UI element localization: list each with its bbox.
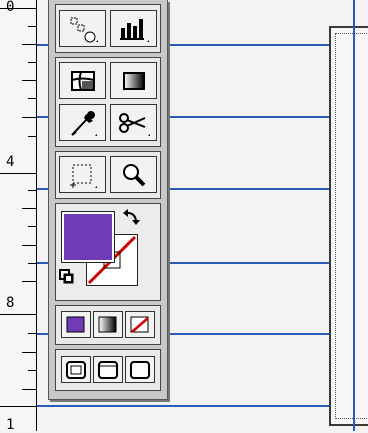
color-button[interactable] [61,311,91,338]
mesh-icon [70,70,95,91]
vertical-guide[interactable] [353,0,355,431]
scissors-icon [118,112,150,136]
gradient-swatch-icon [98,316,117,332]
fill-swatch[interactable] [61,211,115,263]
dotted-graph-icon [70,17,98,42]
zoom-tool[interactable] [110,156,157,193]
full-screen-menu-icon [98,360,118,379]
full-screen-icon [130,360,150,379]
none-icon [130,316,149,333]
solid-color-icon [66,316,85,332]
gradient-tool[interactable] [110,62,157,99]
fill-stroke-group [55,203,161,301]
mesh-tool[interactable] [59,62,106,99]
vertical-ruler[interactable]: 0 4 8 1 [0,0,37,433]
tools-panel [48,0,168,400]
screen-mode-group [55,349,161,391]
eyedropper-tool[interactable] [59,104,106,141]
dotted-rect-icon [69,164,97,188]
ruler-label-4: 4 [6,154,15,170]
paint-tools-group [55,57,161,147]
none-button[interactable] [125,311,155,338]
scissors-tool[interactable] [110,104,157,141]
view-tools-group [55,151,161,199]
full-screen-mode-button[interactable] [125,356,155,383]
default-colors-icon[interactable] [59,269,75,285]
magnifier-icon [122,163,145,186]
gradient-button[interactable] [93,311,123,338]
eyedropper-icon [70,110,97,136]
imageable-area [335,33,368,419]
crop-area-tool[interactable] [59,156,106,193]
ruler-label-0: 0 [6,0,15,15]
column-graph-tool[interactable] [110,10,157,47]
guide-line[interactable] [37,405,368,407]
ruler-label-1: 1 [6,417,15,433]
graph-tools-group [55,4,161,53]
color-mode-group [55,305,161,345]
full-screen-menu-mode-button[interactable] [93,356,123,383]
gradient-icon [122,71,145,90]
graph-data-tool[interactable] [59,10,106,47]
bar-graph-icon [119,18,149,42]
standard-screen-mode-button[interactable] [61,356,91,383]
standard-screen-icon [66,360,86,379]
ruler-label-8: 8 [6,295,15,311]
swap-arrows-icon[interactable] [121,208,143,230]
